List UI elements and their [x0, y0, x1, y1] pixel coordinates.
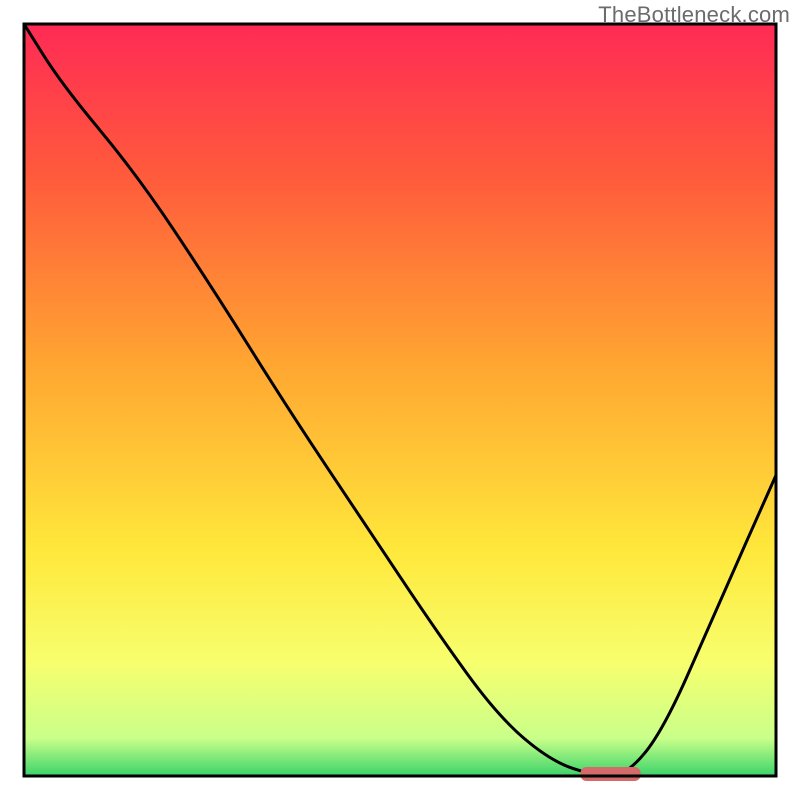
plot-background [24, 24, 776, 776]
bottleneck-chart [0, 0, 800, 800]
chart-container: { "watermark": "TheBottleneck.com", "cha… [0, 0, 800, 800]
optimal-marker [580, 767, 640, 781]
